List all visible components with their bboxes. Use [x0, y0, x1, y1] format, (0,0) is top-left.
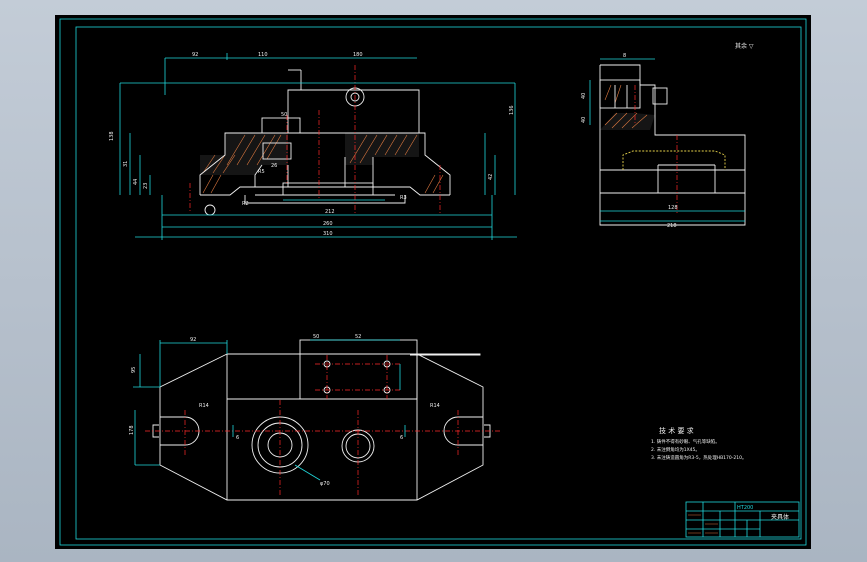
dim-50: 50	[281, 112, 287, 118]
plan-dim-6a: 6	[236, 435, 239, 441]
tech-note-3: 3. 未注铸造圆角为R3-5，热处理HB170-210。	[651, 454, 746, 461]
dim-23: 23	[143, 183, 149, 189]
dim-26: 26	[271, 163, 277, 169]
dim-31: 31	[123, 161, 129, 167]
tech-note-1: 1. 铸件不得有砂眼、气孔等缺陷。	[651, 438, 720, 445]
plan-dim-52: 52	[355, 334, 361, 340]
plan-dim-r14b: R14	[430, 403, 440, 409]
dim-260: 260	[323, 221, 333, 227]
dim-136: 136	[509, 105, 515, 115]
tech-requirements: 技 术 要 求 1. 铸件不得有砂眼、气孔等缺陷。 2. 未注倒角均为1X45。…	[651, 426, 746, 461]
cad-viewport: 92 110 180 138 136 31 44 23 42 50 26 212…	[0, 0, 867, 562]
dim-180: 180	[353, 52, 363, 58]
drawing-canvas: 92 110 180 138 136 31 44 23 42 50 26 212…	[59, 18, 807, 546]
plan-dim-92: 92	[190, 337, 196, 343]
surface-roughness-note: 其余 ▽	[735, 42, 754, 50]
dim-310: 310	[323, 231, 333, 237]
drawing-sheet: 92 110 180 138 136 31 44 23 42 50 26 212…	[55, 15, 811, 549]
dim-212: 212	[325, 209, 335, 215]
plan-dim-95: 95	[131, 367, 137, 373]
tech-note-2: 2. 未注倒角均为1X45。	[651, 446, 700, 453]
title-block: HT200 夹具体	[685, 501, 800, 538]
inner-frame	[75, 26, 802, 540]
dim-r3: R3	[400, 195, 407, 201]
outer-frame	[59, 18, 807, 546]
front-section-view: 92 110 180 138 136 31 44 23 42 50 26 212…	[109, 52, 517, 240]
dim-110: 110	[258, 52, 268, 58]
plan-dim-50: 50	[313, 334, 319, 340]
side-dim-40a: 40	[581, 93, 587, 99]
title-material: HT200	[737, 505, 753, 511]
dim-138: 138	[109, 131, 115, 141]
plan-dim-6b: 6	[400, 435, 403, 441]
side-dim-8: 8	[623, 53, 626, 59]
dim-44: 44	[133, 179, 139, 185]
tech-title: 技 术 要 求	[659, 426, 694, 435]
plan-dim-r14a: R14	[199, 403, 209, 409]
title-part-name: 夹具体	[771, 513, 789, 521]
section-hatch	[200, 133, 444, 194]
plan-dim-178: 178	[129, 425, 135, 435]
plan-view: 92 95 50 52 R14 R14 6 6 178 φ70	[129, 334, 500, 501]
dim-42: 42	[488, 174, 494, 180]
side-dim-40b: 40	[581, 117, 587, 123]
side-dim-128: 128	[668, 205, 678, 211]
dim-r5: R5	[258, 169, 265, 175]
dim-92: 92	[192, 52, 198, 58]
side-view: 8 40 40 128 218	[581, 53, 746, 229]
side-dim-218: 218	[667, 223, 677, 229]
dim-r2: R2	[242, 201, 249, 207]
plan-dim-phi: φ70	[320, 481, 330, 487]
